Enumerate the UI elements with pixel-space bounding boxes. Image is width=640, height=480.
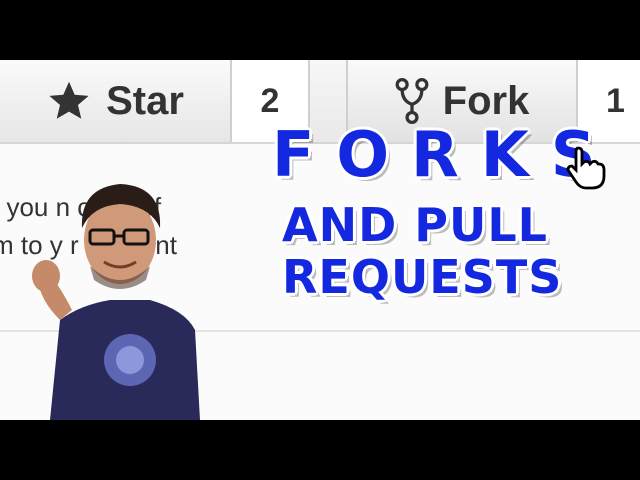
title-and-pull: AND PULL [282, 198, 548, 252]
presenter-image [32, 184, 200, 420]
hand-cursor-icon [566, 146, 606, 190]
star-icon [46, 79, 92, 123]
star-button[interactable]: Star [0, 60, 232, 142]
star-label: Star [106, 78, 184, 123]
title-requests: REQUESTS [282, 250, 563, 304]
video-frame: Star 2 Fork 1 t you n copy of m to y r a… [0, 0, 640, 480]
fork-label: Fork [442, 78, 530, 123]
